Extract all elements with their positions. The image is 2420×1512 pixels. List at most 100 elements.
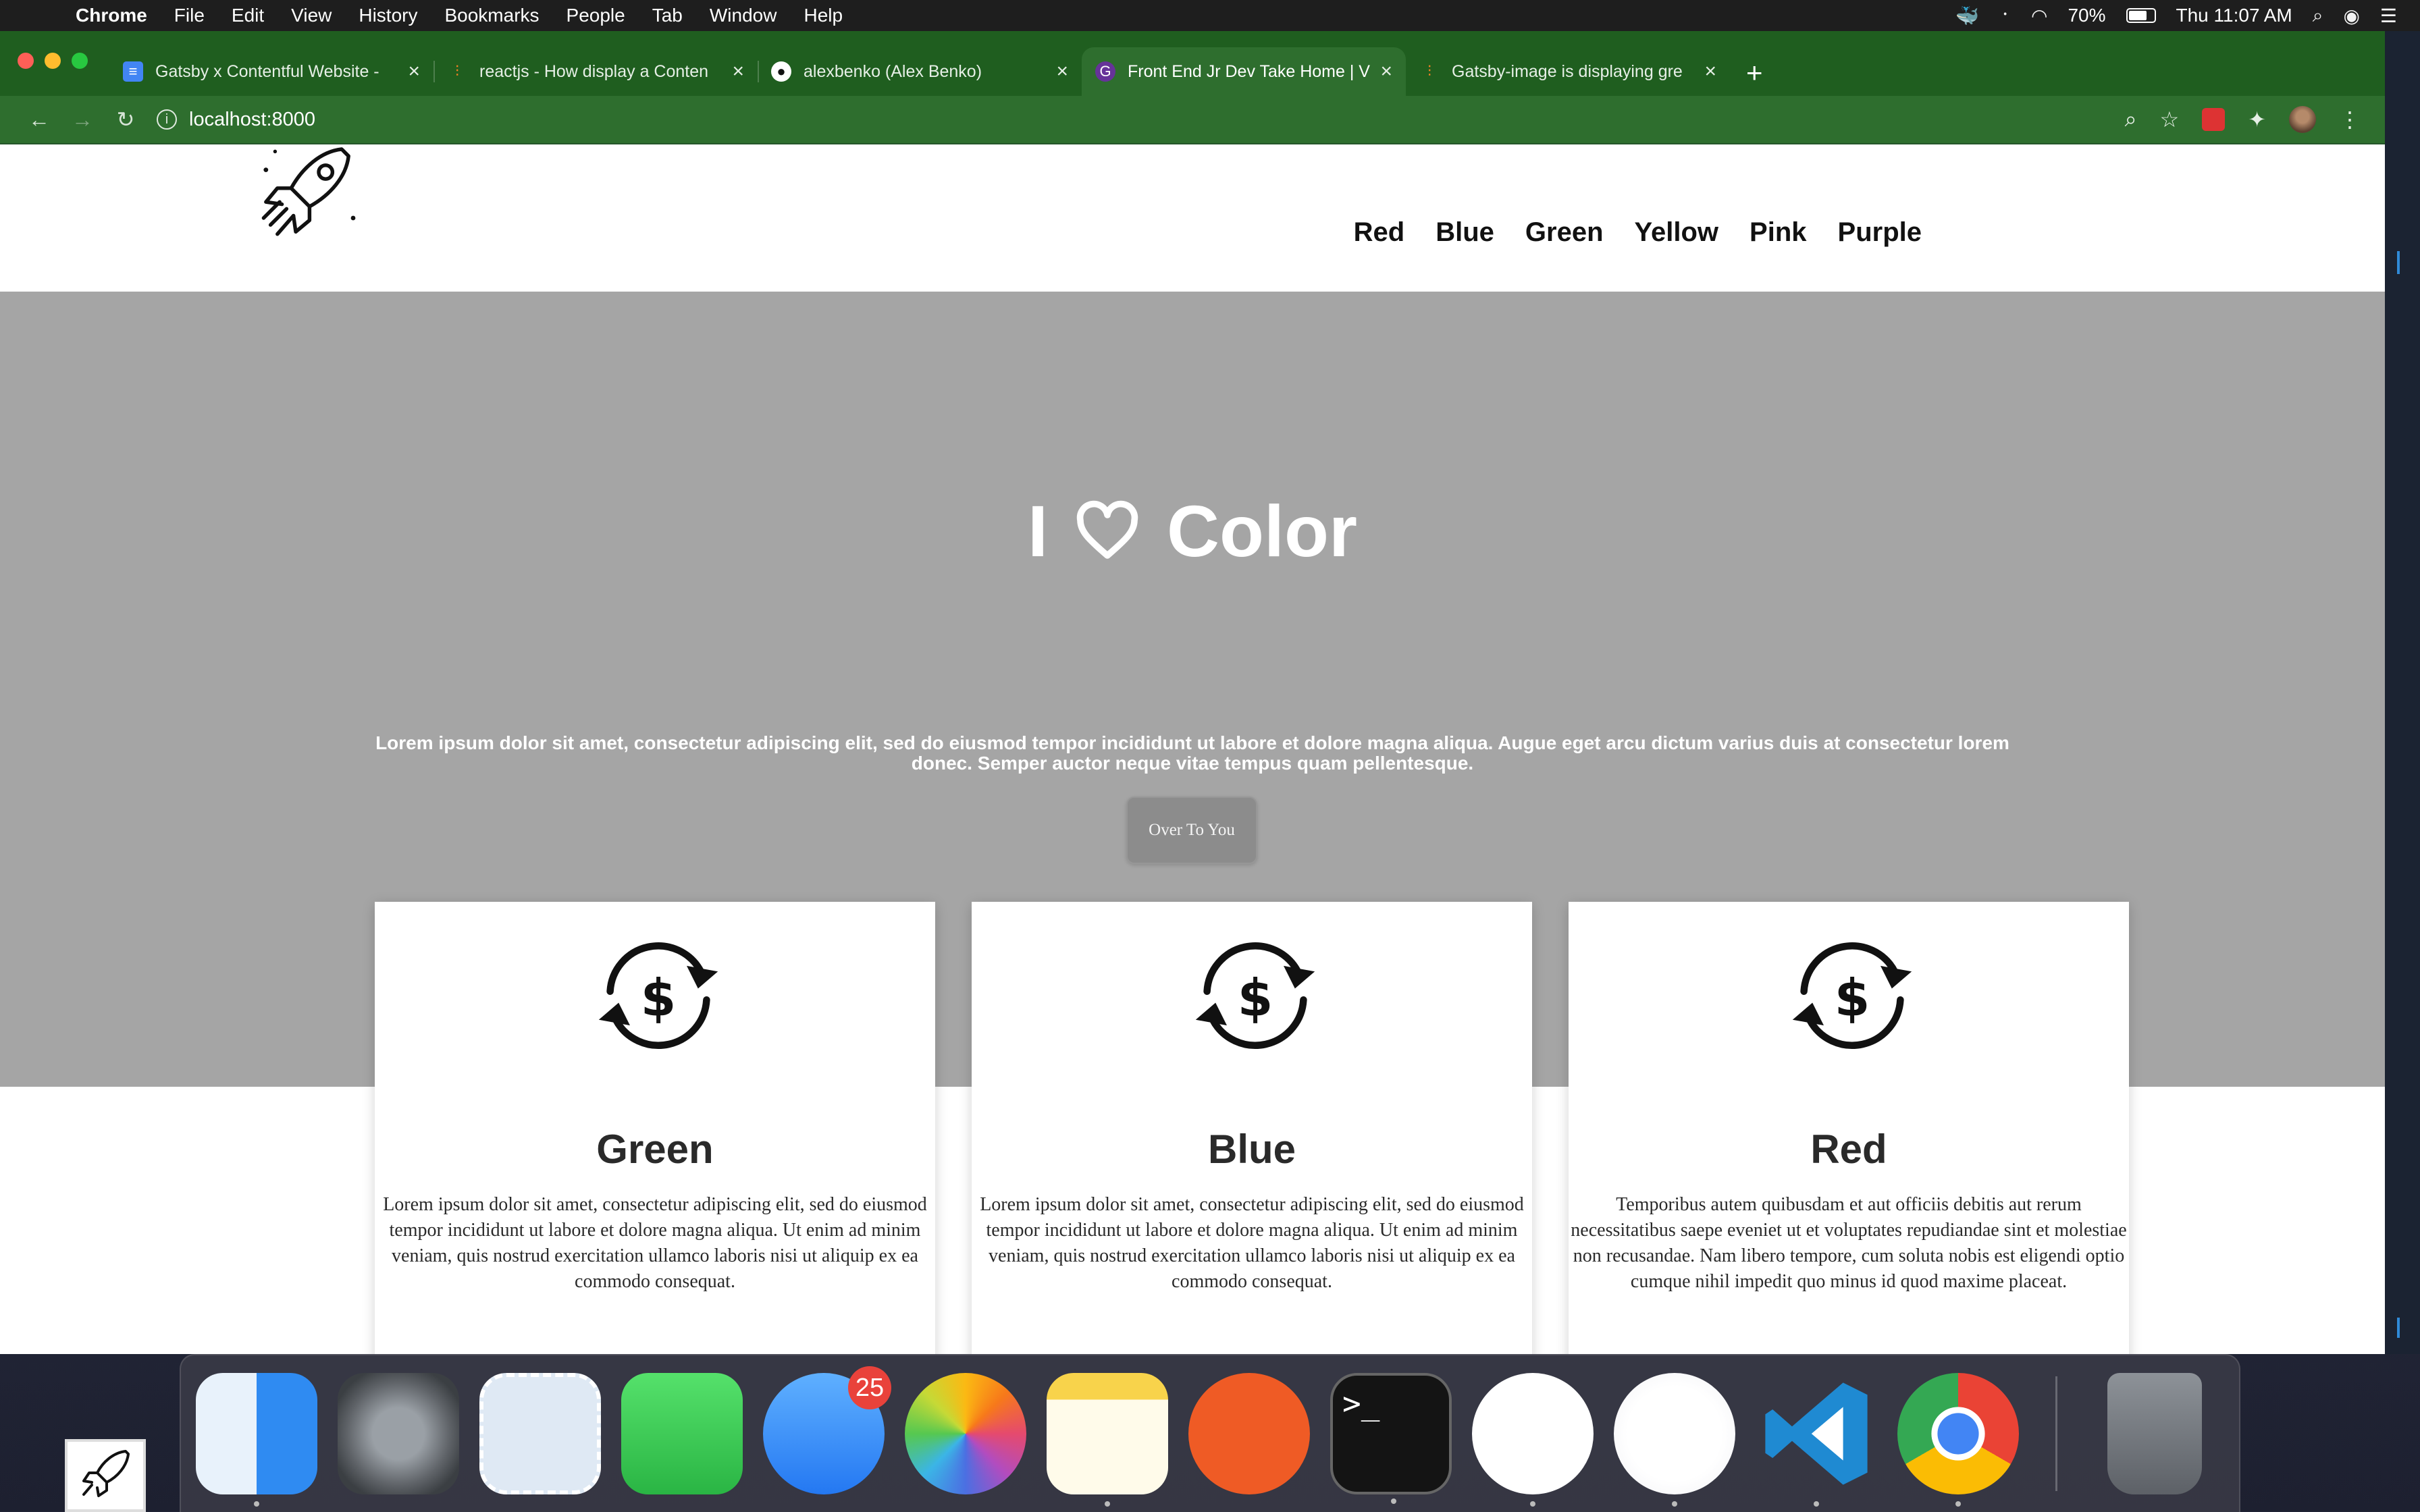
menu-help[interactable]: Help	[804, 5, 843, 26]
url-text[interactable]: localhost:8000	[189, 109, 315, 131]
nav-link-yellow[interactable]: Yellow	[1635, 217, 1719, 248]
nav-link-purple[interactable]: Purple	[1838, 217, 1922, 248]
menu-bar: Chrome File Edit View History Bookmarks …	[0, 0, 2420, 31]
tab-front-end-take-home[interactable]: G Front End Jr Dev Take Home | V ×	[1082, 47, 1406, 96]
hero-subtitle: Lorem ipsum dolor sit amet, consectetur …	[375, 732, 2009, 774]
extensions-puzzle-icon[interactable]: ✦	[2248, 107, 2266, 132]
docs-icon: ≡	[123, 61, 143, 82]
tab-strip: ≡ Gatsby x Contentful Website - × ⫶ reac…	[0, 31, 2385, 96]
window-controls	[18, 53, 88, 69]
close-tab-icon[interactable]: ×	[1056, 60, 1068, 83]
tab-reactjs-question[interactable]: ⫶ reactjs - How display a Conten ×	[433, 47, 758, 96]
stackoverflow-icon: ⫶	[1427, 63, 1431, 80]
tab-title: Front End Jr Dev Take Home | V	[1128, 61, 1370, 81]
site-nav: Red Blue Green Yellow Pink Purple	[1354, 217, 1922, 248]
close-tab-icon[interactable]: ×	[732, 60, 744, 83]
bluetooth-icon[interactable]: ᛫	[1999, 5, 2011, 26]
docker-icon[interactable]: 🐳	[1955, 5, 1979, 27]
battery-icon[interactable]	[2126, 8, 2156, 23]
music-icon[interactable]	[1614, 1373, 1735, 1507]
tab-title: alexbenko (Alex Benko)	[804, 61, 982, 81]
card-text: Temporibus autem quibusdam et aut offici…	[1571, 1194, 2127, 1292]
menu-window[interactable]: Window	[710, 5, 777, 26]
tab-github-alexbenko[interactable]: ● alexbenko (Alex Benko) ×	[758, 47, 1082, 96]
nav-link-blue[interactable]: Blue	[1436, 217, 1494, 248]
menu-file[interactable]: File	[174, 5, 205, 26]
spotlight-icon[interactable]: ⌕	[2313, 5, 2323, 27]
wifi-icon[interactable]: ◠	[2031, 5, 2047, 27]
rocket-logo-icon[interactable]	[250, 144, 365, 252]
terminal-icon[interactable]: >_	[1330, 1373, 1452, 1504]
battery-percent: 70%	[2068, 5, 2106, 26]
chrome-icon[interactable]	[1897, 1373, 2019, 1507]
card-title: Red	[1810, 1127, 1887, 1172]
stackoverflow-icon: ⫶	[455, 63, 459, 80]
color-cards: $ Green Lorem ipsum dolor sit amet, cons…	[375, 902, 2129, 1354]
hero-title-left: I	[1028, 490, 1049, 572]
nav-link-green[interactable]: Green	[1525, 217, 1604, 248]
close-tab-icon[interactable]: ×	[408, 60, 420, 83]
minimize-window-button[interactable]	[45, 53, 61, 69]
tab-gatsby-image-question[interactable]: ⫶ Gatsby-image is displaying gre ×	[1406, 47, 1730, 96]
tab-title: Gatsby x Contentful Website -	[155, 61, 379, 81]
close-tab-icon[interactable]: ×	[1380, 60, 1392, 83]
card-red[interactable]: $ Red Temporibus autem quibusdam et aut …	[1569, 902, 2129, 1354]
menu-tab[interactable]: Tab	[652, 5, 683, 26]
hero-title-right: Color	[1167, 490, 1357, 572]
notes-icon[interactable]	[1047, 1373, 1168, 1507]
new-tab-button[interactable]: +	[1746, 57, 1763, 89]
menu-bookmarks[interactable]: Bookmarks	[444, 5, 539, 26]
close-window-button[interactable]	[18, 53, 34, 69]
system-preferences-icon[interactable]	[338, 1373, 459, 1494]
heart-icon	[1076, 500, 1138, 559]
svg-text:$: $	[1238, 968, 1273, 1027]
dollar-exchange-icon: $	[1195, 942, 1315, 1049]
zoom-window-button[interactable]	[72, 53, 88, 69]
extension-icon[interactable]	[2202, 108, 2226, 131]
menu-people[interactable]: People	[567, 5, 625, 26]
profile-avatar[interactable]	[2289, 106, 2316, 133]
tab-gatsby-contentful[interactable]: ≡ Gatsby x Contentful Website - ×	[109, 47, 433, 96]
card-green[interactable]: $ Green Lorem ipsum dolor sit amet, cons…	[375, 902, 935, 1354]
back-button[interactable]: ←	[18, 107, 61, 132]
photos-icon[interactable]	[905, 1373, 1026, 1494]
messages-badge: 25	[848, 1366, 891, 1409]
facetime-icon[interactable]	[621, 1373, 743, 1494]
dock-separator	[2055, 1376, 2057, 1491]
slack-icon[interactable]	[1472, 1373, 1594, 1507]
desktop-rocket-thumbnail[interactable]	[65, 1439, 146, 1512]
card-text: Lorem ipsum dolor sit amet, consectetur …	[980, 1194, 1524, 1292]
tab-title: reactjs - How display a Conten	[479, 61, 709, 81]
more-menu-icon[interactable]: ⋮	[2339, 107, 2361, 132]
github-icon: ●	[771, 61, 791, 82]
menu-view[interactable]: View	[291, 5, 332, 26]
card-blue[interactable]: $ Blue Lorem ipsum dolor sit amet, conse…	[972, 902, 1532, 1354]
mail-icon[interactable]	[479, 1373, 601, 1494]
nav-link-pink[interactable]: Pink	[1750, 217, 1806, 248]
clock[interactable]: Thu 11:07 AM	[2176, 5, 2292, 26]
menu-history[interactable]: History	[359, 5, 417, 26]
notification-center-icon[interactable]: ☰	[2380, 5, 2397, 27]
vscode-icon[interactable]	[1756, 1373, 1877, 1507]
finder-icon[interactable]	[196, 1373, 317, 1507]
chrome-window: ≡ Gatsby x Contentful Website - × ⫶ reac…	[0, 31, 2385, 1354]
reload-button[interactable]: ↻	[104, 107, 147, 132]
close-tab-icon[interactable]: ×	[1704, 60, 1716, 83]
address-bar[interactable]: i localhost:8000	[157, 101, 2125, 138]
zoom-icon[interactable]: ⌕	[2125, 107, 2137, 132]
card-title: Blue	[1207, 1127, 1296, 1172]
menu-app-name[interactable]: Chrome	[76, 5, 147, 26]
bookmark-star-icon[interactable]: ☆	[2160, 107, 2180, 132]
menu-edit[interactable]: Edit	[232, 5, 264, 26]
over-to-you-button[interactable]: Over To You	[1126, 796, 1257, 864]
forward-button[interactable]: →	[61, 107, 104, 132]
postman-icon[interactable]	[1188, 1373, 1310, 1494]
messages-icon[interactable]: 25	[763, 1366, 891, 1494]
page-viewport: Red Blue Green Yellow Pink Purple I Colo…	[0, 144, 2385, 1354]
nav-link-red[interactable]: Red	[1354, 217, 1405, 248]
dollar-exchange-icon: $	[1792, 942, 1912, 1049]
site-info-icon[interactable]: i	[157, 109, 177, 130]
hero-title: I Color	[0, 489, 2385, 573]
siri-icon[interactable]: ◉	[2343, 5, 2359, 27]
trash-icon[interactable]	[2107, 1373, 2202, 1494]
